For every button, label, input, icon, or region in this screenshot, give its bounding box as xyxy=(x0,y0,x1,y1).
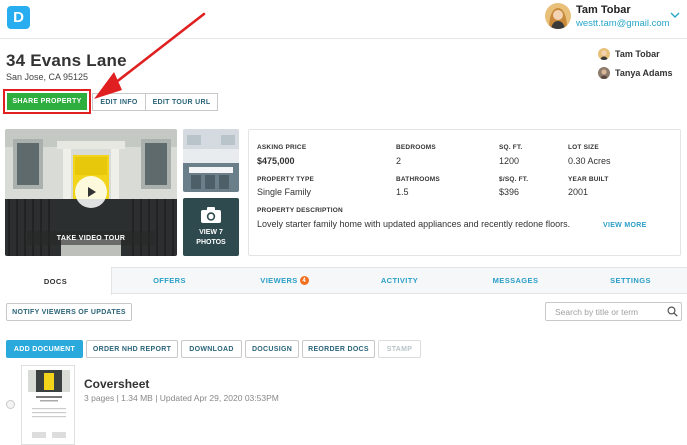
year-built-value: 2001 xyxy=(568,187,589,197)
asking-price-value: $475,000 xyxy=(257,156,295,166)
tab-activity[interactable]: ACTIVITY xyxy=(342,267,457,294)
property-thumbnail-photo[interactable] xyxy=(183,129,239,192)
video-tour-label[interactable]: TAKE VIDEO TOUR xyxy=(27,231,155,245)
tab-label: ACTIVITY xyxy=(380,276,419,285)
view-photos-label: PHOTOS xyxy=(196,239,226,246)
document-title[interactable]: Coversheet xyxy=(84,377,149,391)
collaborator: Tanya Adams xyxy=(598,67,673,79)
bedrooms-label: BEDROOMS xyxy=(396,144,436,151)
year-built-label: YEAR BUILT xyxy=(568,176,609,183)
tab-offers[interactable]: OFFERS xyxy=(112,267,227,294)
property-details-card: ASKING PRICE $475,000 BEDROOMS 2 SQ. FT.… xyxy=(248,129,681,256)
collaborator-name: Tanya Adams xyxy=(615,68,673,78)
view-photos-button[interactable]: VIEW 7 PHOTOS xyxy=(183,198,239,256)
tab-settings[interactable]: SETTINGS xyxy=(574,267,687,294)
view-photos-count: VIEW 7 xyxy=(199,229,223,236)
tab-docs[interactable]: DOCS xyxy=(0,267,112,295)
docs-search-input[interactable] xyxy=(545,302,682,321)
asking-price-label: ASKING PRICE xyxy=(257,144,307,151)
price-per-sqft-value: $396 xyxy=(499,187,520,197)
document-thumbnail[interactable] xyxy=(21,365,75,445)
sqft-value: 1200 xyxy=(499,156,520,166)
property-address: San Jose, CA 95125 xyxy=(6,72,89,82)
user-name: Tam Tobar xyxy=(576,4,631,16)
user-email: westt.tam@gmail.com xyxy=(576,18,670,29)
tab-label: DOCS xyxy=(43,276,68,286)
bathrooms-label: BATHROOMS xyxy=(396,176,440,183)
lot-size-label: LOT SIZE xyxy=(568,144,599,151)
sqft-label: SQ. FT. xyxy=(499,144,523,151)
notify-viewers-button[interactable]: NOTIFY VIEWERS OF UPDATES xyxy=(6,303,132,321)
share-property-button[interactable]: SHARE PROPERTY xyxy=(7,93,87,110)
tab-label: VIEWERS xyxy=(260,276,298,285)
property-main-photo[interactable]: TAKE VIDEO TOUR xyxy=(5,129,177,256)
stamp-button[interactable]: STAMP xyxy=(378,340,421,358)
tab-label: OFFERS xyxy=(153,276,186,285)
lot-size-value: 0.30 Acres xyxy=(568,156,611,166)
property-description-label: PROPERTY DESCRIPTION xyxy=(257,207,343,214)
view-more-link[interactable]: VIEW MORE xyxy=(603,222,647,229)
tab-messages[interactable]: MESSAGES xyxy=(457,267,574,294)
add-document-button[interactable]: ADD DOCUMENT xyxy=(6,340,83,358)
property-type-label: PROPERTY TYPE xyxy=(257,176,315,183)
property-description: Lovely starter family home with updated … xyxy=(257,219,571,229)
document-select-radio[interactable] xyxy=(6,400,15,409)
docusign-button[interactable]: DOCUSIGN xyxy=(245,340,299,358)
collaborator-avatar xyxy=(598,48,610,60)
bedrooms-value: 2 xyxy=(396,156,402,166)
download-button[interactable]: DOWNLOAD xyxy=(181,340,242,358)
camera-icon xyxy=(201,207,221,223)
tab-label: MESSAGES xyxy=(492,276,539,285)
price-per-sqft-label: $/SQ. FT. xyxy=(499,176,529,183)
tab-viewers[interactable]: VIEWERS 4 xyxy=(227,267,342,294)
order-nhd-report-button[interactable]: ORDER NHD REPORT xyxy=(86,340,178,358)
search-icon[interactable] xyxy=(667,306,678,317)
collaborator: Tam Tobar xyxy=(598,48,660,60)
app-logo[interactable]: D xyxy=(7,6,30,29)
chevron-down-icon[interactable] xyxy=(670,10,680,20)
property-type-value: Single Family xyxy=(257,187,312,197)
play-icon xyxy=(88,187,96,197)
collaborator-name: Tam Tobar xyxy=(615,49,660,59)
share-button-highlight: SHARE PROPERTY xyxy=(3,89,91,114)
viewers-count-badge: 4 xyxy=(299,276,309,285)
bathrooms-value: 1.5 xyxy=(396,187,409,197)
user-avatar[interactable] xyxy=(545,3,571,29)
document-meta: 3 pages | 1.34 MB | Updated Apr 29, 2020… xyxy=(84,393,279,403)
reorder-docs-button[interactable]: REORDER DOCS xyxy=(302,340,375,358)
annotation-arrow xyxy=(94,12,206,99)
play-button[interactable] xyxy=(75,176,107,208)
tab-label: SETTINGS xyxy=(610,276,651,285)
collaborator-avatar xyxy=(598,67,610,79)
